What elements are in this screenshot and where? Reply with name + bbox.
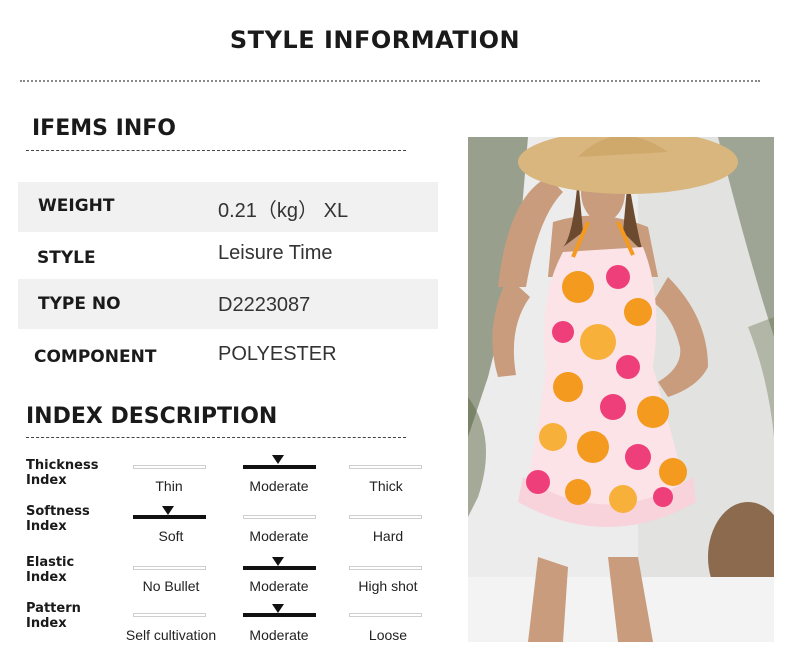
thickness-index-label: Thickness Index: [26, 458, 99, 488]
pattern-index-label: Pattern Index: [26, 601, 81, 631]
index-description-heading: INDEX DESCRIPTION: [26, 404, 278, 429]
style-label: STYLE: [37, 248, 96, 268]
pattern-option-loose: Loose: [368, 627, 408, 643]
elastic-bar-moderate: [243, 566, 316, 570]
weight-label: WEIGHT: [38, 196, 115, 216]
thickness-bar-thick: [349, 465, 422, 469]
pattern-bar-moderate: [243, 613, 316, 617]
softness-bar-moderate: [243, 515, 316, 519]
thickness-bar-thin: [133, 465, 206, 469]
pattern-selected-marker: [272, 604, 284, 613]
pattern-option-self-cultivation: Self cultivation: [125, 627, 217, 643]
elastic-option-no-bullet: No Bullet: [142, 578, 200, 594]
pattern-bar-loose: [349, 613, 422, 617]
component-label: COMPONENT: [34, 347, 157, 367]
thickness-option-moderate: Moderate: [249, 478, 309, 494]
elastic-selected-marker: [272, 557, 284, 566]
type-no-label: TYPE NO: [38, 294, 121, 314]
product-photo-illustration: [468, 137, 774, 642]
thickness-option-thick: Thick: [369, 478, 403, 494]
pattern-option-moderate: Moderate: [249, 627, 309, 643]
softness-index-label: Softness Index: [26, 504, 90, 534]
title-divider: [20, 80, 760, 82]
info-row-component: COMPONENT POLYESTER: [18, 330, 438, 380]
index-description-divider: [26, 437, 406, 438]
info-row-weight: WEIGHT 0.21（kg） XL: [18, 182, 438, 232]
items-info-heading: IFEMS INFO: [32, 116, 176, 141]
info-row-style: STYLE Leisure Time: [18, 230, 438, 280]
softness-option-moderate: Moderate: [249, 528, 309, 544]
component-value: POLYESTER: [218, 343, 337, 365]
style-value: Leisure Time: [218, 242, 333, 264]
thickness-selected-marker: [272, 455, 284, 464]
thickness-bar-moderate: [243, 465, 316, 469]
softness-option-hard: Hard: [372, 528, 404, 544]
elastic-option-high-shot: High shot: [358, 578, 418, 594]
items-info-divider: [26, 150, 406, 151]
thickness-option-thin: Thin: [155, 478, 183, 494]
softness-selected-marker: [162, 506, 174, 515]
type-no-value: D2223087: [218, 294, 311, 316]
elastic-index-label: Elastic Index: [26, 555, 75, 585]
product-photo: [468, 137, 774, 642]
page-title: STYLE INFORMATION: [229, 26, 521, 54]
elastic-option-moderate: Moderate: [249, 578, 309, 594]
weight-value: 0.21（kg） XL: [218, 200, 349, 222]
softness-bar-hard: [349, 515, 422, 519]
softness-option-soft: Soft: [158, 528, 184, 544]
pattern-bar-self-cultivation: [133, 613, 206, 617]
info-row-type-no: TYPE NO D2223087: [18, 279, 438, 329]
elastic-bar-high-shot: [349, 566, 422, 570]
softness-bar-soft: [133, 515, 206, 519]
elastic-bar-no-bullet: [133, 566, 206, 570]
